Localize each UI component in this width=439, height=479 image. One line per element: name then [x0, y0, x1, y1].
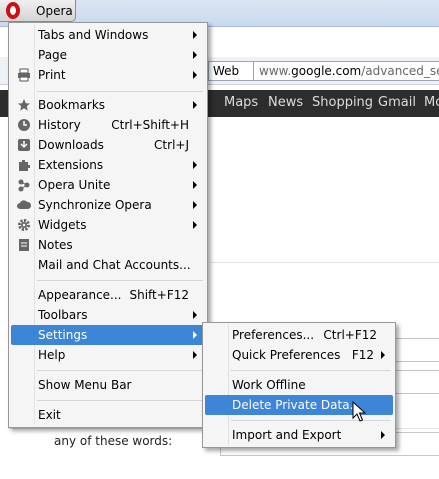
divider: [210, 262, 439, 263]
google-nav-shopping[interactable]: Shopping: [312, 95, 373, 110]
menu-item-history[interactable]: History Ctrl+Shift+H: [11, 115, 205, 135]
submenu-arrow-icon: [381, 431, 385, 439]
menu-item-label: History: [38, 118, 81, 132]
menu-item-label: Delete Private Data...: [232, 398, 361, 412]
submenu-arrow-icon: [193, 311, 197, 319]
search-engine-field[interactable]: Web: [208, 61, 254, 81]
any-words-label: any of these words:: [54, 434, 173, 448]
url-path: /advanced_searc: [361, 64, 439, 78]
menu-item-downloads[interactable]: Downloads Ctrl+J: [11, 135, 205, 155]
menu-item-label: Mail and Chat Accounts...: [38, 258, 191, 272]
menu-item-print[interactable]: Print: [11, 65, 205, 85]
menu-item-label: Work Offline: [232, 378, 306, 392]
google-nav-maps[interactable]: Maps: [224, 95, 258, 110]
submenu-arrow-icon: [193, 351, 197, 359]
opera-main-menu: Tabs and Windows Page Print Bookmarks Hi…: [8, 22, 208, 428]
submenu-arrow-icon: [193, 331, 197, 339]
menu-item-label: Page: [38, 48, 68, 62]
menu-item-settings[interactable]: Settings: [11, 325, 205, 345]
download-icon: [18, 139, 30, 151]
menu-separator: [37, 370, 203, 371]
submenu-arrow-icon: [381, 351, 385, 359]
puzzle-icon: [19, 160, 30, 171]
google-nav-more[interactable]: Mo: [424, 95, 439, 110]
menu-item-label: Extensions: [38, 158, 104, 172]
menu-item-shortcut: Shift+F12: [129, 288, 189, 302]
menu-item-import-and-export[interactable]: Import and Export: [205, 425, 393, 445]
clock-icon: [18, 119, 30, 131]
opera-menu-label: Opera: [36, 4, 73, 18]
menu-item-label: Bookmarks: [38, 98, 106, 112]
menu-item-toolbars[interactable]: Toolbars: [11, 305, 205, 325]
menu-item-shortcut: Ctrl+F12: [323, 328, 377, 342]
opera-logo-icon: [6, 2, 20, 19]
submenu-arrow-icon: [193, 101, 197, 109]
menu-item-exit[interactable]: Exit: [11, 405, 205, 425]
menu-item-work-offline[interactable]: Work Offline: [205, 375, 393, 395]
url-prefix: www.: [259, 64, 292, 78]
settings-submenu: Preferences... Ctrl+F12 Quick Preference…: [202, 322, 396, 448]
menu-item-label: Exit: [38, 408, 61, 422]
unite-icon: [18, 179, 30, 192]
submenu-arrow-icon: [193, 31, 197, 39]
menu-item-label: Print: [38, 68, 66, 82]
menu-item-label: Downloads: [38, 138, 104, 152]
cloud-icon: [17, 200, 31, 209]
menu-item-label: Appearance...: [38, 288, 122, 302]
notes-icon: [19, 239, 29, 251]
menu-item-opera-unite[interactable]: Opera Unite: [11, 175, 205, 195]
menu-item-shortcut: F12: [351, 348, 374, 362]
menu-separator: [231, 370, 391, 371]
submenu-arrow-icon: [193, 181, 197, 189]
menu-item-label: Help: [38, 348, 66, 362]
menu-item-tabs-and-windows[interactable]: Tabs and Windows: [11, 25, 205, 45]
submenu-arrow-icon: [193, 51, 197, 59]
menu-item-extensions[interactable]: Extensions: [11, 155, 205, 175]
menu-item-label: Show Menu Bar: [38, 378, 132, 392]
menu-separator: [37, 91, 203, 92]
opera-menu-button[interactable]: Opera: [0, 0, 76, 22]
menu-item-label: Quick Preferences: [232, 348, 341, 362]
menu-separator: [231, 420, 391, 421]
menu-item-appearance[interactable]: Appearance... Shift+F12: [11, 285, 205, 305]
url-domain: google.com: [291, 64, 362, 78]
menu-item-label: Widgets: [38, 218, 87, 232]
menu-item-help[interactable]: Help: [11, 345, 205, 365]
menu-item-notes[interactable]: Notes: [11, 235, 205, 255]
star-icon: [18, 99, 30, 111]
submenu-arrow-icon: [193, 221, 197, 229]
menu-item-preferences[interactable]: Preferences... Ctrl+F12: [205, 325, 393, 345]
menu-item-page[interactable]: Page: [11, 45, 205, 65]
menu-item-bookmarks[interactable]: Bookmarks: [11, 95, 205, 115]
menu-separator: [37, 280, 203, 281]
menu-item-label: Import and Export: [232, 428, 342, 442]
google-nav-news[interactable]: News: [268, 95, 303, 110]
mouse-cursor-icon: [352, 401, 366, 422]
menu-item-label: Tabs and Windows: [38, 28, 149, 42]
menu-item-label: Preferences...: [232, 328, 315, 342]
menu-item-show-menu-bar[interactable]: Show Menu Bar: [11, 375, 205, 395]
menu-separator: [37, 400, 203, 401]
menu-item-label: Synchronize Opera: [38, 198, 152, 212]
printer-icon: [18, 68, 30, 82]
menu-item-shortcut: Ctrl+J: [154, 138, 189, 152]
menu-item-synchronize-opera[interactable]: Synchronize Opera: [11, 195, 205, 215]
google-nav-gmail[interactable]: Gmail: [378, 95, 416, 110]
submenu-arrow-icon: [193, 71, 197, 79]
submenu-arrow-icon: [193, 161, 197, 169]
menu-item-shortcut: Ctrl+Shift+H: [111, 118, 189, 132]
menu-item-quick-preferences[interactable]: Quick Preferences F12: [205, 345, 393, 365]
menu-item-widgets[interactable]: Widgets: [11, 215, 205, 235]
address-field[interactable]: www.google.com/advanced_searc: [253, 61, 439, 81]
gear-icon: [18, 219, 30, 231]
menu-item-label: Toolbars: [38, 308, 88, 322]
menu-item-label: Notes: [38, 238, 73, 252]
menu-item-mail-and-chat-accounts[interactable]: Mail and Chat Accounts...: [11, 255, 205, 275]
submenu-arrow-icon: [193, 201, 197, 209]
menu-item-label: Opera Unite: [38, 178, 111, 192]
menu-item-label: Settings: [38, 328, 88, 342]
